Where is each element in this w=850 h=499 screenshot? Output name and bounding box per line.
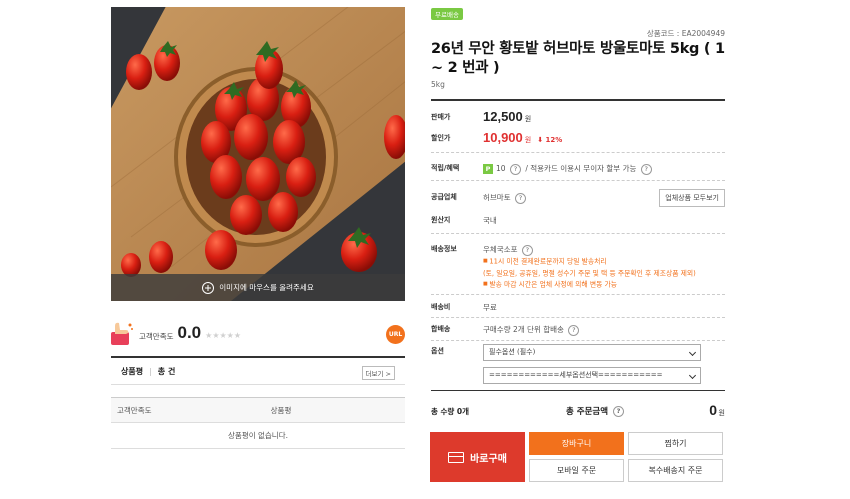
divider (431, 152, 725, 153)
shipping-note: 발송 마감 시간은 업체 사정에 의해 변동 가능 (483, 279, 696, 291)
shipping-notes: 11시 이전 결제완료분까지 당일 발송처리 (토, 일요일, 공휴일, 명절 … (483, 256, 696, 291)
divider (431, 180, 725, 181)
points-icon: P (483, 164, 493, 174)
product-image[interactable]: 이미지에 마우스를 올려주세요 (111, 7, 405, 301)
points-value: 10 (496, 164, 506, 173)
total-quantity: 총 수량 0개 (431, 407, 470, 416)
shipping-fee-value: 무료 (483, 303, 497, 312)
divider (431, 317, 725, 318)
satisfaction-summary: 고객만족도 0.0 ★★★★★ URL (111, 318, 405, 348)
review-empty-message: 상품평이 없습니다. (111, 423, 405, 449)
supplier-label: 공급업체 (431, 193, 457, 201)
total-amount: 0 (709, 402, 717, 418)
tomato-photo (111, 7, 405, 301)
divider (431, 390, 725, 391)
review-title: 상품평 (121, 366, 144, 376)
supplier-products-button[interactable]: 업체상품 모두보기 (659, 189, 725, 207)
discount-rate: ⬇ 12% (537, 136, 563, 144)
currency-unit: 원 (718, 409, 725, 417)
divider (431, 294, 725, 295)
more-reviews-button[interactable]: 더보기 > (361, 366, 395, 380)
required-option-select[interactable]: 필수옵션 (필수) (483, 344, 701, 361)
free-shipping-badge: 무료배송 (431, 8, 463, 20)
currency-unit: 원 (524, 136, 532, 144)
help-icon[interactable]: ? (509, 163, 521, 175)
total-row: 총 수량 0개 총 주문금액 ? 0 원 (431, 402, 725, 418)
zoom-hint-bar: 이미지에 마우스를 올려주세요 (111, 274, 405, 301)
col-satisfaction: 고객만족도 (117, 405, 152, 415)
help-icon[interactable]: ? (613, 406, 625, 417)
col-review: 상품평 (270, 405, 292, 415)
add-to-cart-button[interactable]: 장바구니 (529, 432, 624, 455)
divider (431, 233, 725, 234)
satisfaction-score: 0.0 (177, 323, 202, 342)
product-title: 26년 무안 황토밭 허브마토 방울토마토 5kg ( 1 ~ 2 번과 ) (431, 41, 725, 76)
shipping-note: 11시 이전 결제완료분까지 당일 발송처리 (483, 256, 696, 268)
sale-price: 12,500 (483, 109, 523, 124)
points-label: 적립/혜택 (431, 164, 460, 172)
divider (431, 99, 725, 101)
total-amount-label: 총 주문금액 ? (566, 405, 626, 417)
shipping-row: 배송정보 우체국소포 ? 11시 이전 결제완료분까지 당일 발송처리 (토, … (431, 244, 725, 294)
shipping-fee-label: 배송비 (431, 303, 451, 311)
wishlist-button[interactable]: 찜하기 (628, 432, 723, 455)
rating-stars-icon: ★★★★★ (205, 330, 241, 340)
sale-price-label: 판매가 (431, 113, 451, 121)
multi-address-order-button[interactable]: 복수배송지 주문 (628, 459, 723, 482)
review-header: 상품평 | 총 건 더보기 > (111, 356, 405, 385)
shipping-method: 우체국소포 (483, 245, 518, 254)
bundle-label: 합배송 (431, 325, 451, 333)
shipping-label: 배송정보 (431, 245, 457, 253)
satisfaction-label: 고객만족도 (139, 331, 174, 341)
divider: | (149, 366, 152, 376)
help-icon[interactable]: ? (568, 324, 580, 336)
points-note: / 적용카드 이용시 무이자 할부 가능 (525, 164, 637, 173)
currency-unit: 원 (524, 115, 532, 123)
thumbs-up-icon (111, 320, 135, 346)
divider (431, 340, 725, 341)
review-table: 고객만족도 상품평 상품평이 없습니다. (111, 397, 405, 449)
shipping-note: (토, 일요일, 공휴일, 명절 성수기 주문 및 택 등 주문확인 후 제조상… (483, 269, 696, 277)
help-icon[interactable]: ? (515, 192, 526, 204)
zoom-hint-text: 이미지에 마우스를 올려주세요 (219, 283, 314, 292)
mobile-order-button[interactable]: 모바일 주문 (529, 459, 624, 482)
bundle-value: 구매수량 2개 단위 합배송 (483, 325, 564, 334)
discount-price: 10,900 (483, 130, 523, 145)
url-copy-button[interactable]: URL (386, 325, 405, 344)
discount-price-label: 할인가 (431, 134, 451, 142)
product-subtitle: 5kg (431, 80, 445, 89)
option-label: 옵션 (431, 347, 444, 355)
plus-circle-icon (202, 281, 215, 294)
help-icon[interactable]: ? (640, 163, 652, 175)
review-table-header: 고객만족도 상품평 (111, 397, 405, 423)
origin-label: 원산지 (431, 216, 451, 224)
buy-now-button[interactable]: 바로구매 (430, 432, 525, 482)
help-icon[interactable]: ? (521, 244, 533, 256)
origin-value: 국내 (483, 216, 497, 225)
supplier-name[interactable]: 허브마토 (483, 193, 511, 202)
review-count: 총 건 (157, 366, 176, 376)
product-code: 상품코드 : EA2004949 (646, 29, 725, 38)
detail-option-select[interactable]: ============세부옵션선택=========== (483, 367, 701, 384)
buy-now-label: 바로구매 (470, 453, 507, 465)
option-row: 옵션 필수옵션 (필수) ============세부옵션선택=========… (431, 344, 725, 386)
credit-card-icon (448, 451, 465, 463)
